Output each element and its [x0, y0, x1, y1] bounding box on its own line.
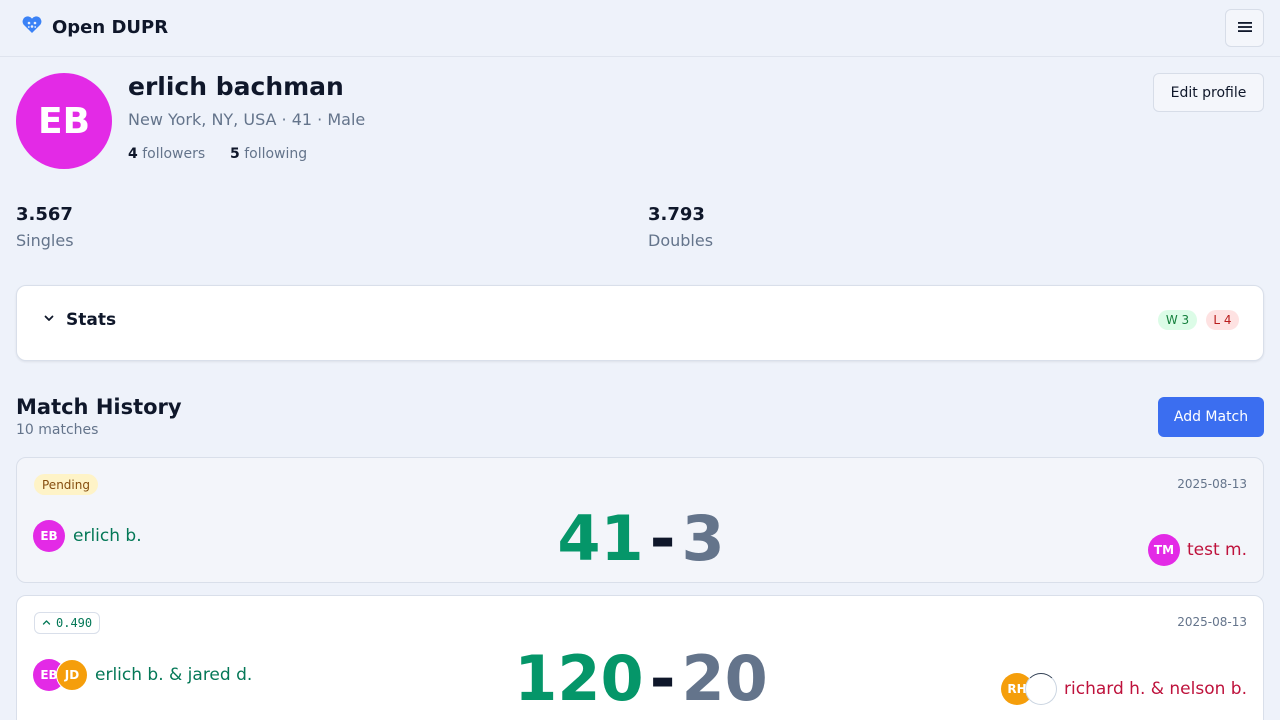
team-two-names: richard h. & nelson b. [1064, 679, 1247, 699]
singles-rating-label: Singles [16, 231, 74, 250]
match-date: 2025-08-13 [1177, 615, 1247, 629]
followers-count: 4 [128, 146, 138, 162]
avatar: TM [1147, 534, 1180, 566]
singles-rating-value: 3.567 [16, 204, 73, 225]
match-date: 2025-08-13 [1177, 477, 1247, 491]
pending-badge: Pending [34, 474, 98, 495]
chevron-down-icon [42, 310, 56, 330]
brand[interactable]: Open DUPR [22, 16, 168, 38]
stats-toggle[interactable]: Stats [42, 310, 116, 330]
match-card[interactable]: Pending 2025-08-13 EB erlich b. 41 - 3 T… [16, 457, 1264, 583]
doubles-rating-value: 3.793 [648, 204, 705, 225]
team-two[interactable]: RH richard h. & nelson b. [1001, 673, 1247, 705]
followers-label: followers [142, 146, 206, 162]
score-separator: - [649, 642, 676, 715]
avatar [1025, 673, 1058, 705]
score-team-one: 120 [514, 642, 644, 715]
top-bar: Open DUPR [0, 0, 1280, 57]
menu-button[interactable] [1225, 9, 1264, 47]
followers-link[interactable]: 4 followers [128, 146, 205, 162]
following-count: 5 [230, 146, 240, 162]
rating-delta-value: 0.490 [56, 616, 93, 630]
match-history-title: Match History [16, 395, 182, 419]
team-two-names: test m. [1186, 540, 1247, 560]
app-name: Open DUPR [52, 16, 169, 38]
match-score: 41 - 3 [17, 508, 1265, 570]
add-match-button[interactable]: Add Match [1158, 397, 1264, 437]
score-team-two: 3 [681, 502, 725, 575]
following-label: following [244, 146, 308, 162]
wins-badge: W 3 [1158, 310, 1197, 330]
stats-title: Stats [66, 310, 117, 330]
profile-avatar: EB [16, 73, 112, 169]
match-count: 10 matches [16, 422, 99, 438]
team-two[interactable]: TM test m. [1147, 534, 1247, 566]
menu-icon [1237, 19, 1253, 38]
doubles-rating-label: Doubles [648, 231, 714, 250]
score-team-one: 41 [557, 502, 644, 575]
score-separator: - [649, 502, 676, 575]
logo-icon [22, 16, 42, 38]
chevron-up-icon [42, 616, 51, 630]
stats-card: Stats W 3 L 4 [16, 285, 1264, 361]
match-card[interactable]: 0.490 2025-08-13 EB JD erlich b. & jared… [16, 595, 1264, 720]
rating-delta-badge: 0.490 [34, 612, 101, 634]
edit-profile-button[interactable]: Edit profile [1153, 73, 1264, 112]
profile-meta: New York, NY, USA · 41 · Male [128, 110, 366, 129]
losses-badge: L 4 [1206, 310, 1239, 330]
following-link[interactable]: 5 following [230, 146, 307, 162]
score-team-two: 20 [681, 642, 768, 715]
profile-name: erlich bachman [128, 72, 344, 101]
